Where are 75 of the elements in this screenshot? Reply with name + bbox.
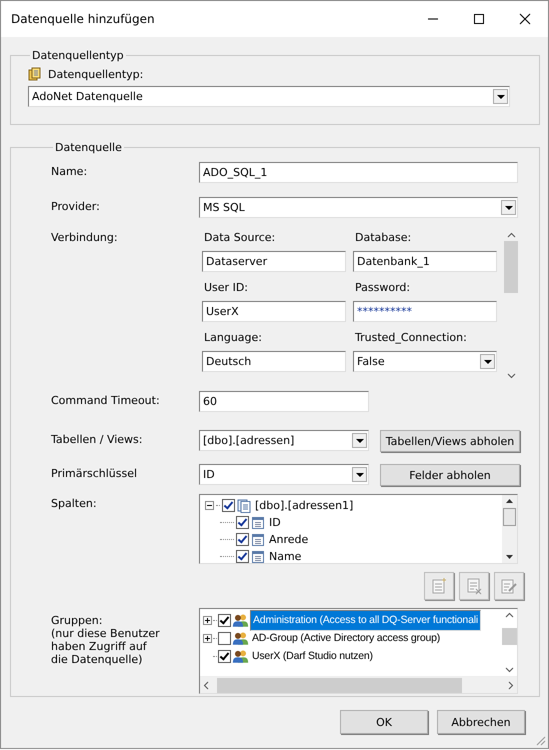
chevron-down-icon[interactable] [505,667,514,673]
tables-dropdown[interactable]: [dbo].[adressen] [199,430,369,451]
name-field[interactable]: ADO_SQL_1 [199,162,518,183]
tree-item[interactable]: AD-Group (Active Directory access group) [250,630,442,646]
connection-field[interactable]: Deutsch [202,351,346,372]
chevron-down-icon[interactable] [506,373,516,379]
database-icon [28,67,42,81]
fetch-tables-button[interactable]: Tabellen/Views abholen [380,430,520,452]
field-label: Spalten: [51,496,98,510]
expand-icon[interactable] [203,634,212,642]
tree-item[interactable]: Name [267,550,304,563]
users-icon [232,613,249,627]
field-label: Trusted_Connection: [354,330,468,346]
collapse-icon[interactable] [205,501,214,510]
scrollbar-thumb[interactable] [217,678,462,692]
field-label: Provider: [51,199,101,213]
expand-icon[interactable] [203,616,212,624]
field-icon [251,516,265,530]
connection-field[interactable]: UserX [202,301,346,322]
tree-item[interactable]: [dbo].[adressen1] [253,499,356,512]
field-label: Name: [51,164,88,178]
connection-dropdown[interactable]: False [353,351,497,372]
scrollbar-thumb[interactable] [504,241,518,293]
dialog-button[interactable]: OK [340,710,428,734]
dialog-button[interactable]: Abbrechen [437,710,525,734]
window-title: Datenquelle hinzufügen [11,12,155,26]
field-label: Data Source: [203,230,276,246]
chevron-up-icon[interactable] [505,612,514,618]
field-label: Command Timeout: [51,393,161,407]
field-label: User ID: [203,280,249,296]
tree-item[interactable]: Anrede [267,533,310,546]
checkbox[interactable] [222,499,235,512]
checkbox[interactable] [218,614,231,626]
connection-field[interactable]: Dataserver [202,251,346,272]
chevron-left-icon[interactable] [203,680,209,690]
primary-key-dropdown[interactable]: ID [199,464,369,485]
connection-field[interactable]: Datenbank_1 [353,251,497,272]
vertical-scrollbar[interactable] [502,495,517,563]
tree-item[interactable]: ID [267,516,283,529]
field-label: Database: [354,230,412,246]
checkbox[interactable] [218,632,231,644]
field-label: Verbindung: [51,230,119,244]
scrollbar-thumb[interactable] [503,508,516,526]
field-label: Datenquellentyp: [48,68,144,80]
fetch-fields-button[interactable]: Felder abholen [380,464,520,486]
close-icon[interactable] [519,13,531,25]
field-label: Primärschlüssel [51,466,138,480]
field-label: Language: [203,330,263,346]
triangle-up-icon[interactable] [505,498,514,504]
provider-dropdown[interactable]: MS SQL [199,197,518,218]
tree-item[interactable]: UserX (Darf Studio nutzen) [250,648,375,664]
tree-item[interactable]: Administration (Access to all DQ-Server functionali [250,610,481,630]
resize-grip-icon[interactable] [534,734,546,746]
group-title: Datenquelle [54,141,123,154]
maximize-icon[interactable] [473,13,485,25]
checkbox[interactable] [218,650,231,662]
timeout-field[interactable]: 60 [199,391,369,412]
checkbox[interactable] [236,550,249,563]
scrollbar-thumb[interactable] [502,628,517,645]
triangle-down-icon[interactable] [505,554,514,560]
field-icon [251,532,265,546]
chevron-up-icon[interactable] [506,232,516,238]
password-field[interactable]: ********** [353,301,497,322]
chevron-right-icon[interactable] [508,680,514,690]
checkbox[interactable] [236,516,249,529]
field-label: Password: [354,280,412,296]
table-icon [237,498,251,512]
group-title: Datenquellentyp [31,49,125,62]
field-label: Gruppen: (nur diese Benutzer haben Zugriff auf die Datenquelle) [51,613,161,666]
checkbox[interactable] [236,533,249,546]
field-label: Tabellen / Views: [51,432,144,446]
horizontal-scrollbar[interactable] [200,676,517,693]
users-icon [232,649,249,663]
type-dropdown[interactable]: AdoNet Datenquelle [28,86,510,107]
users-icon [232,631,249,645]
